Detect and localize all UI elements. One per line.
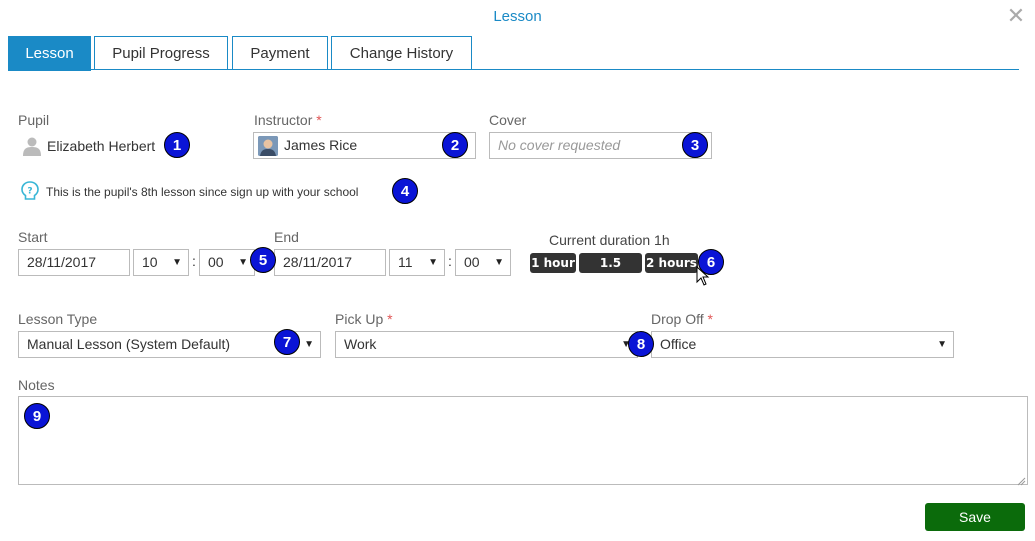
tabs-underline [8,69,1019,70]
annotation-badge-1: 1 [164,132,190,158]
caret-down-icon: ▼ [494,257,504,268]
end-minute-select[interactable]: 00 ▼ [455,249,511,276]
annotation-badge-6: 6 [698,249,724,275]
svg-text:?: ? [27,187,32,197]
pick-up-label-text: Pick Up [335,311,384,327]
pupil-label: Pupil [18,112,50,128]
caret-down-icon: ▼ [428,257,438,268]
pupil-name: Elizabeth Herbert [47,138,156,154]
duration-2-hours-button[interactable]: 2 hours [645,253,698,273]
start-hour-value: 10 [142,254,158,270]
instructor-label: Instructor * [254,112,322,128]
start-label: Start [18,229,48,245]
drop-off-label-text: Drop Off [651,311,704,327]
required-mark: * [387,311,393,327]
start-minute-value: 00 [208,254,224,270]
tab-lesson[interactable]: Lesson [8,36,91,71]
lightbulb-question-icon: ? [19,180,41,202]
drop-off-value: Office [660,336,697,352]
lesson-type-value: Manual Lesson (System Default) [27,336,231,352]
start-minute-select[interactable]: 00 ▼ [199,249,255,276]
tab-payment[interactable]: Payment [232,36,328,70]
instructor-avatar [258,136,278,156]
annotation-badge-2: 2 [442,132,468,158]
drop-off-label: Drop Off * [651,311,713,327]
cover-input[interactable]: No cover requested [489,132,712,159]
current-duration-label: Current duration 1h [549,232,670,248]
instructor-label-text: Instructor [254,112,313,128]
save-button[interactable]: Save [925,503,1025,531]
annotation-badge-7: 7 [274,329,300,355]
notes-textarea[interactable] [18,396,1028,485]
lesson-type-label: Lesson Type [18,311,98,327]
duration-1-hour-button[interactable]: 1 hour [530,253,576,273]
required-mark: * [707,311,713,327]
pick-up-label: Pick Up * [335,311,393,327]
time-separator: : [448,253,452,269]
dialog-title: Lesson [493,8,542,25]
end-hour-value: 11 [398,254,413,270]
required-mark: * [316,112,322,128]
end-label: End [274,229,299,245]
tab-change-history[interactable]: Change History [331,36,472,70]
person-icon [22,136,42,156]
end-hour-select[interactable]: 11 ▼ [389,249,445,276]
cover-label: Cover [489,112,527,128]
caret-down-icon: ▼ [238,257,248,268]
time-separator: : [192,253,196,269]
notes-label: Notes [18,377,55,393]
duration-1-5-hours-button[interactable]: 1.5 hours [579,253,642,290]
tab-pupil-progress[interactable]: Pupil Progress [94,36,228,70]
caret-down-icon: ▼ [172,257,182,268]
lesson-count-info: This is the pupil's 8th lesson since sig… [46,185,359,199]
annotation-badge-3: 3 [682,132,708,158]
annotation-badge-4: 4 [392,178,418,204]
pick-up-select[interactable]: Work ▼ [335,331,638,358]
pick-up-value: Work [344,336,377,352]
end-date-input[interactable]: 28/11/2017 [274,249,386,276]
annotation-badge-5: 5 [250,247,276,273]
resize-handle-icon[interactable] [1016,473,1026,486]
annotation-badge-8: 8 [628,331,654,357]
end-minute-value: 00 [464,254,480,270]
close-icon[interactable]: ✕ [1006,4,1026,28]
start-date-input[interactable]: 28/11/2017 [18,249,130,276]
annotation-badge-9: 9 [24,403,50,429]
caret-down-icon: ▼ [937,339,947,350]
start-hour-select[interactable]: 10 ▼ [133,249,189,276]
drop-off-select[interactable]: Office ▼ [651,331,954,358]
caret-down-icon: ▼ [304,339,314,350]
